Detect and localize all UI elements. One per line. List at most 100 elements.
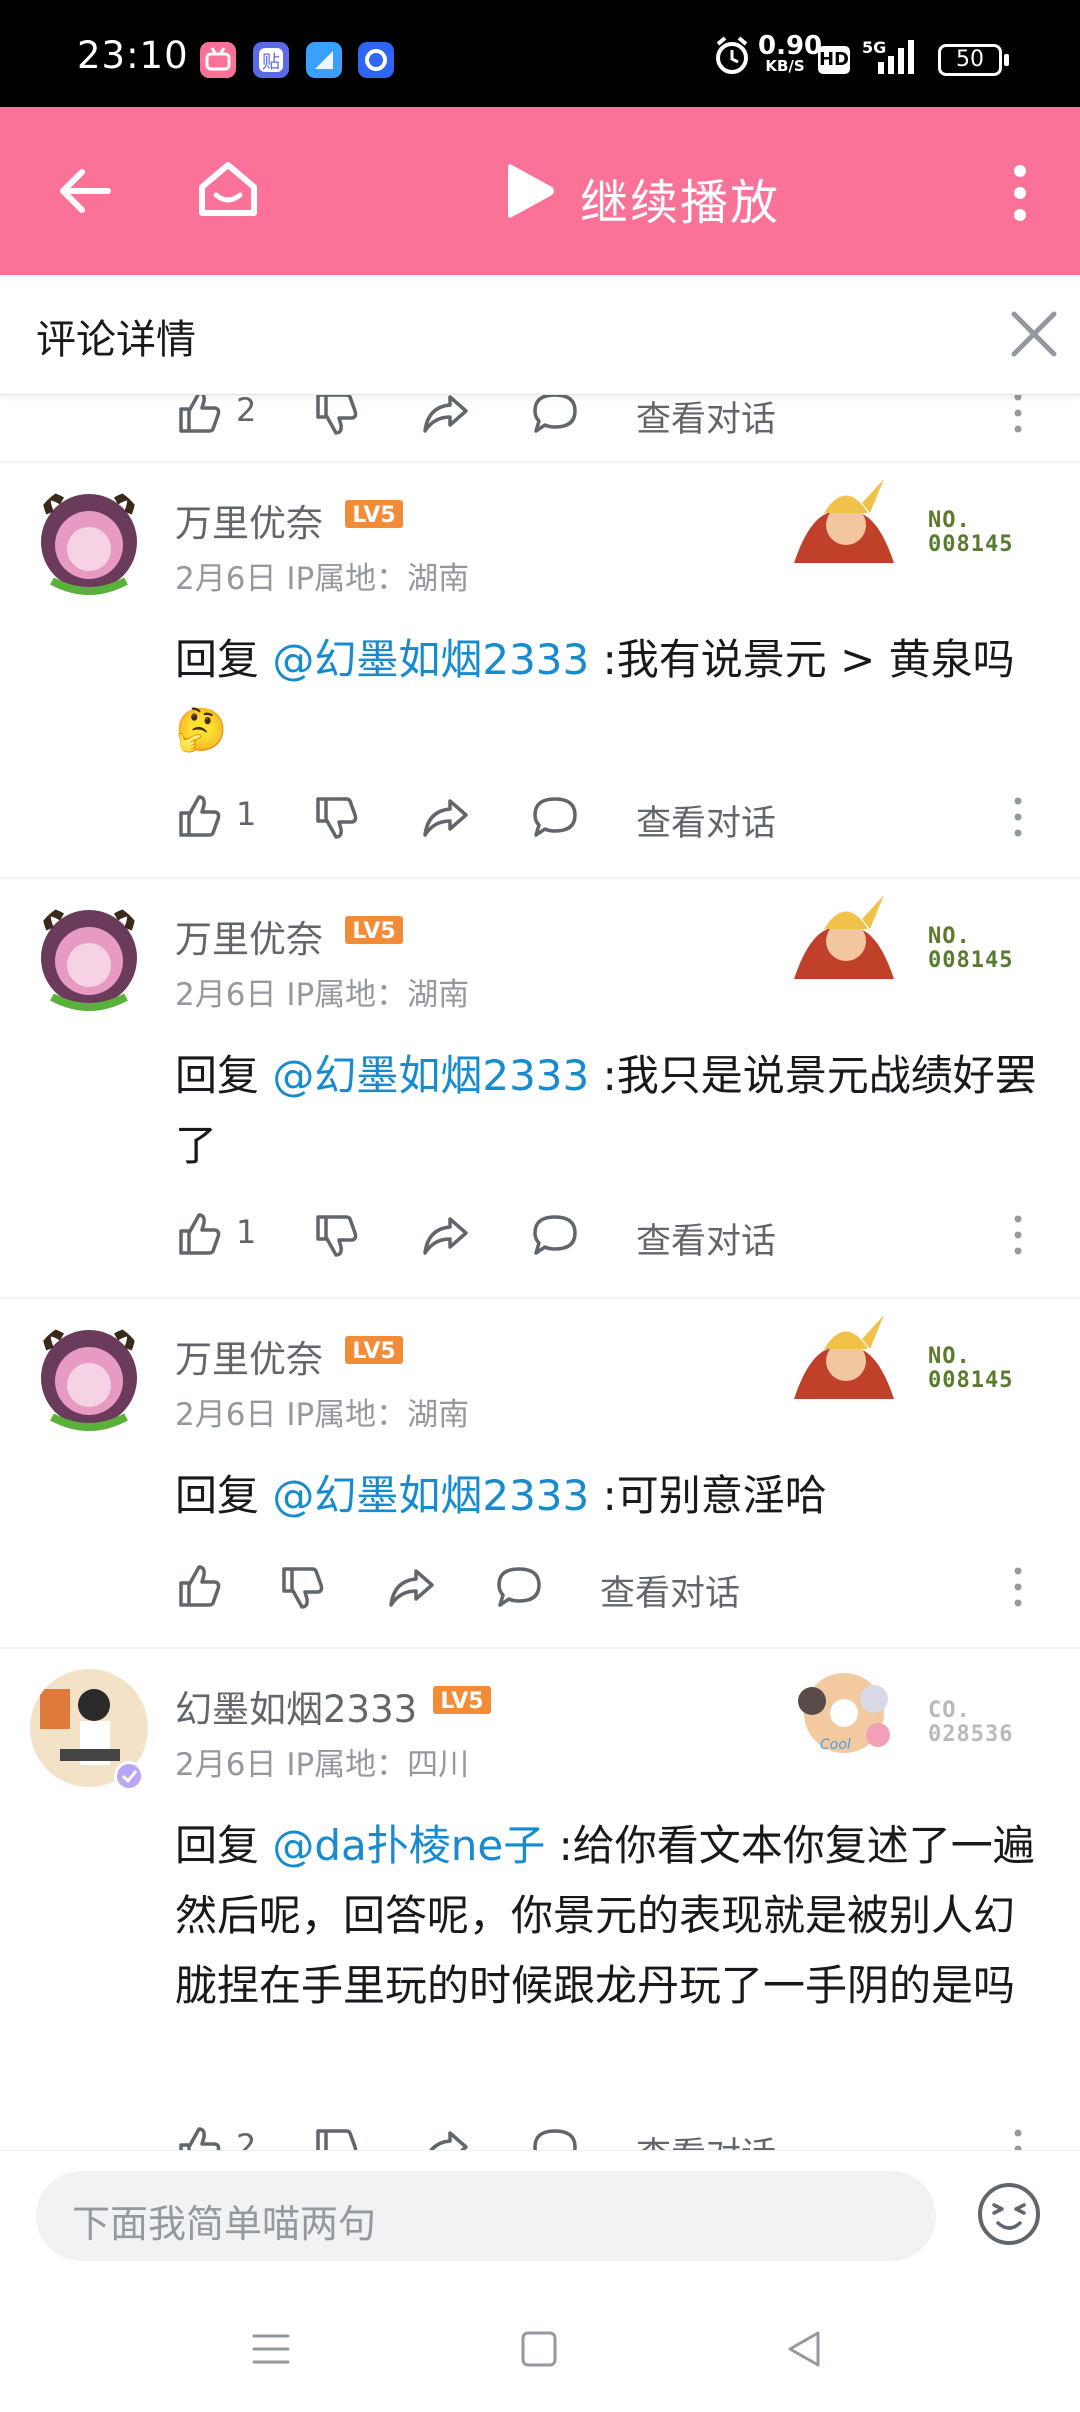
share-icon[interactable]: [420, 793, 470, 841]
username[interactable]: 万里优奈: [175, 1329, 323, 1383]
more-dots-icon[interactable]: [1014, 797, 1022, 837]
more-dots-icon[interactable]: [1014, 2129, 1022, 2150]
more-vertical-icon[interactable]: [1000, 163, 1040, 223]
reply-icon[interactable]: [530, 395, 580, 437]
status-time: 23:10: [77, 34, 189, 77]
like-count: 2: [236, 395, 257, 429]
fan-badge-number: NO. 008145: [928, 924, 1014, 973]
comment-text: 回复 @幻墨如烟2333 :我只是说景元战绩好罢了: [175, 1051, 1037, 1170]
like-count: 1: [236, 795, 257, 833]
home-nav-icon[interactable]: [518, 2328, 560, 2370]
reply-icon[interactable]: [530, 1211, 580, 1259]
fan-badge-number: CO. 028536: [928, 1698, 1014, 1747]
like-icon[interactable]: [175, 793, 223, 841]
fan-badge-image[interactable]: Cool: [784, 1663, 904, 1763]
system-nav-bar: [0, 2290, 1080, 2412]
level-badge: LV5: [345, 500, 403, 528]
dislike-icon[interactable]: [312, 1211, 360, 1259]
browser-app-icon: [358, 42, 394, 78]
level-badge: LV5: [345, 1336, 403, 1364]
battery-icon: 50: [938, 44, 1002, 76]
home-icon[interactable]: [194, 155, 262, 223]
username[interactable]: 幻墨如烟2333: [175, 1679, 417, 1733]
view-dialog-link[interactable]: 查看对话: [636, 795, 776, 846]
comment-actions: 2 查看对话: [0, 2117, 1080, 2150]
share-icon[interactable]: [420, 1211, 470, 1259]
page-title: 评论详情: [36, 317, 196, 363]
emoji-icon[interactable]: [976, 2181, 1042, 2247]
list-item: 2 查看对话: [0, 395, 1080, 463]
bilibili-app-icon: [200, 42, 236, 78]
reply-icon[interactable]: [530, 2125, 580, 2150]
like-icon[interactable]: [175, 2125, 223, 2150]
verified-icon: [114, 1761, 144, 1791]
mention-link[interactable]: @幻墨如烟2333: [272, 1051, 589, 1100]
share-icon[interactable]: [386, 1563, 436, 1611]
ip-location: IP属地：四川: [286, 1747, 470, 1783]
comment-detail-header: 评论详情: [0, 275, 1080, 395]
view-dialog-link[interactable]: 查看对话: [636, 1213, 776, 1264]
net-speed-value: 0.90: [758, 31, 823, 61]
like-icon[interactable]: [175, 1211, 223, 1259]
battery-level: 50: [956, 47, 984, 72]
mention-link[interactable]: @幻墨如烟2333: [272, 635, 589, 684]
level-text: LV5: [440, 1689, 483, 1714]
note-app-icon: [306, 42, 342, 78]
continue-play-button[interactable]: 继续播放: [580, 163, 780, 233]
play-icon[interactable]: [496, 159, 560, 223]
more-dots-icon[interactable]: [1014, 1215, 1022, 1255]
dislike-icon[interactable]: [312, 395, 360, 437]
fan-badge-image[interactable]: [784, 473, 904, 573]
comment-actions: 2 查看对话: [0, 395, 1080, 441]
comment-input[interactable]: 下面我简单喵两句: [36, 2171, 936, 2261]
view-dialog-link[interactable]: 查看对话: [600, 1565, 740, 1616]
dislike-icon[interactable]: [278, 1563, 326, 1611]
avatar[interactable]: [30, 1319, 148, 1437]
reply-icon[interactable]: [494, 1563, 544, 1611]
dislike-icon[interactable]: [312, 2125, 360, 2150]
comment-meta: 2月6日 IP属地：四川: [175, 1739, 469, 1784]
close-icon[interactable]: [1004, 304, 1064, 364]
fan-badge-image[interactable]: [784, 889, 904, 989]
signal-icon: [878, 40, 914, 74]
fan-badge-image[interactable]: [784, 1309, 904, 1409]
comment-text: 回复 @幻墨如烟2333 :可别意淫哈: [175, 1471, 827, 1520]
comment-date: 2月6日: [175, 1397, 277, 1433]
thinking-emoji: 🤔: [175, 705, 228, 754]
level-badge: LV5: [433, 1686, 491, 1714]
avatar[interactable]: [30, 899, 148, 1017]
view-dialog-link[interactable]: 查看对话: [636, 2127, 776, 2150]
svg-text:贴: 贴: [262, 52, 280, 73]
ip-location: IP属地：湖南: [286, 1397, 470, 1433]
username[interactable]: 万里优奈: [175, 493, 323, 547]
more-dots-icon[interactable]: [1014, 1567, 1022, 1607]
comment-actions: 1 查看对话: [0, 785, 1080, 845]
list-item: 万里优奈 LV5 2月6日 IP属地：湖南 NO. 008145 回复 @幻墨如烟…: [0, 879, 1080, 1299]
like-icon[interactable]: [175, 395, 223, 437]
mention-link[interactable]: @幻墨如烟2333: [272, 1471, 589, 1520]
view-dialog-link[interactable]: 查看对话: [636, 395, 776, 442]
username[interactable]: 万里优奈: [175, 909, 323, 963]
share-icon[interactable]: [420, 2125, 470, 2150]
ip-location: IP属地：湖南: [286, 977, 470, 1013]
like-icon[interactable]: [175, 1563, 223, 1611]
menu-nav-icon[interactable]: [250, 2328, 292, 2370]
ip-location: IP属地：湖南: [286, 561, 470, 597]
back-nav-icon[interactable]: [784, 2328, 826, 2370]
mention-link[interactable]: @da扑棱ne子: [272, 1821, 545, 1870]
level-text: LV5: [352, 919, 395, 944]
dislike-icon[interactable]: [312, 793, 360, 841]
comment-list[interactable]: 2 查看对话 万里优奈 LV5 2月6日 IP属地：湖南 NO. 008145 回…: [0, 395, 1080, 2150]
avatar[interactable]: [30, 483, 148, 601]
input-placeholder: 下面我简单喵两句: [72, 2202, 377, 2246]
tieba-app-icon: 贴: [253, 42, 289, 78]
comment-date: 2月6日: [175, 561, 277, 597]
level-badge: LV5: [345, 916, 403, 944]
back-arrow-icon[interactable]: [52, 159, 116, 223]
app-bar: 继续播放: [0, 107, 1080, 275]
share-icon[interactable]: [420, 395, 470, 437]
reply-icon[interactable]: [530, 793, 580, 841]
comment-input-bar: 下面我简单喵两句: [0, 2150, 1080, 2290]
net-speed-unit: KB/S: [765, 57, 805, 75]
more-dots-icon[interactable]: [1014, 395, 1022, 433]
